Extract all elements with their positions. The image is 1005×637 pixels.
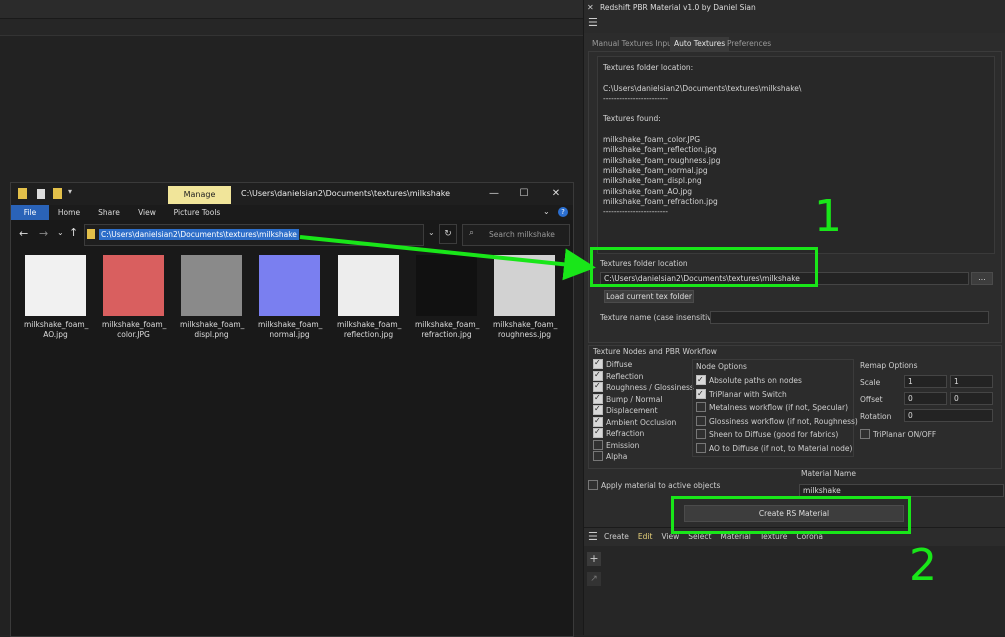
step-2-label: 2 bbox=[909, 540, 937, 591]
highlight-box-create bbox=[671, 496, 911, 534]
annotation-arrow bbox=[299, 235, 596, 281]
highlight-box-folder bbox=[590, 247, 818, 287]
step-1-label: 1 bbox=[814, 191, 842, 242]
